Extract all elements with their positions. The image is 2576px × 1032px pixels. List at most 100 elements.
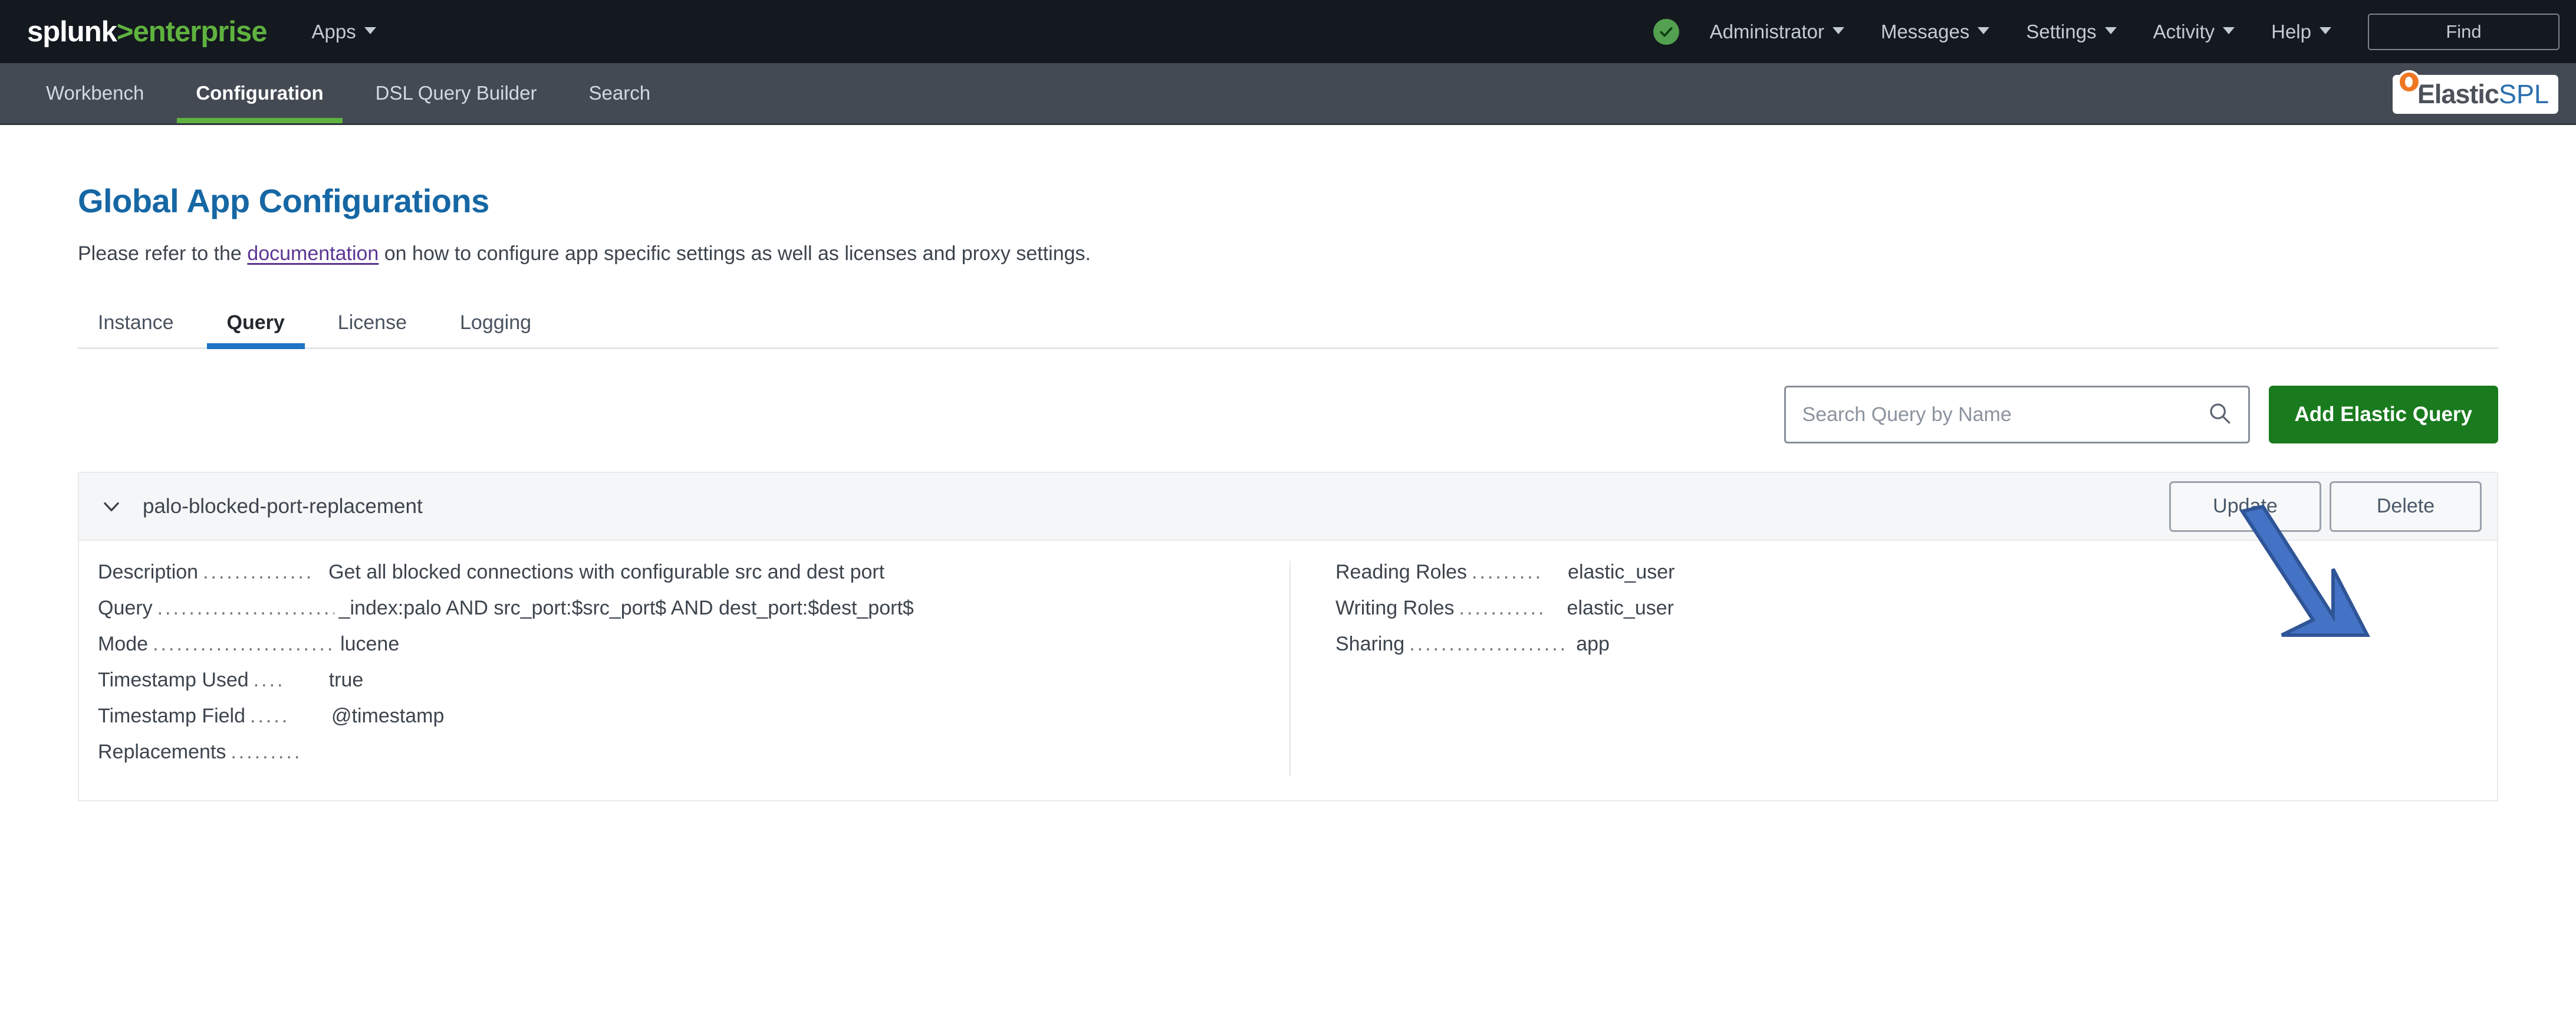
field-timestamp-field: Timestamp Field ..... @timestamp bbox=[98, 705, 1289, 741]
dot-leader: ......... bbox=[1472, 561, 1563, 584]
nav-item-dsl-query-builder[interactable]: DSL Query Builder bbox=[357, 63, 556, 123]
top-bar-right: Administrator Messages Settings Activity… bbox=[1653, 14, 2559, 50]
documentation-link[interactable]: documentation bbox=[247, 242, 379, 265]
field-label: Mode ........................ bbox=[98, 633, 340, 656]
query-name: palo-blocked-port-replacement bbox=[143, 495, 423, 518]
field-label: Replacements ......... bbox=[98, 741, 309, 764]
help-menu[interactable]: Help bbox=[2271, 21, 2331, 43]
elasticspl-logo-part1: Elastic bbox=[2417, 79, 2499, 110]
chevron-down-icon[interactable] bbox=[100, 495, 123, 518]
tab-logging[interactable]: Logging bbox=[440, 311, 551, 347]
field-label: Timestamp Used .... bbox=[98, 669, 329, 692]
chevron-down-icon bbox=[2105, 27, 2117, 34]
query-toolbar: Add Elastic Query bbox=[78, 386, 2498, 443]
field-value: lucene bbox=[340, 633, 399, 656]
splunk-logo-secondary: >enterprise bbox=[117, 15, 267, 48]
elastic-dot-icon bbox=[2397, 70, 2421, 94]
add-elastic-query-button[interactable]: Add Elastic Query bbox=[2269, 386, 2498, 443]
page-content: Global App Configurations Please refer t… bbox=[0, 125, 2576, 801]
field-value: app bbox=[1576, 633, 1610, 656]
search-query-box[interactable] bbox=[1784, 386, 2250, 443]
chevron-down-icon bbox=[1978, 27, 1989, 34]
tab-label: License bbox=[338, 311, 407, 334]
dot-leader: .... bbox=[254, 669, 324, 692]
field-label: Query ....................... bbox=[98, 597, 339, 620]
field-label: Timestamp Field ..... bbox=[98, 705, 331, 728]
search-input[interactable] bbox=[1802, 403, 2200, 426]
chevron-down-icon bbox=[364, 27, 376, 34]
config-tabs: Instance Query License Logging bbox=[78, 311, 2498, 349]
health-check-icon[interactable] bbox=[1653, 19, 1679, 45]
chevron-down-icon bbox=[2223, 27, 2235, 34]
page-subtitle-before: Please refer to the bbox=[78, 242, 247, 265]
dot-leader: ....................... bbox=[157, 597, 334, 620]
field-name: Writing Roles bbox=[1335, 597, 1455, 620]
splunk-logo-primary: splunk bbox=[27, 15, 117, 48]
field-value: true bbox=[329, 669, 364, 692]
activity-menu-label: Activity bbox=[2153, 21, 2215, 43]
tab-query[interactable]: Query bbox=[207, 311, 305, 347]
field-label: Sharing .................... bbox=[1335, 633, 1576, 656]
tab-instance[interactable]: Instance bbox=[78, 311, 194, 347]
splunk-logo[interactable]: splunk>enterprise bbox=[27, 15, 267, 48]
field-reading-roles: Reading Roles ......... elastic_user bbox=[1335, 561, 2497, 597]
dot-leader: ..... bbox=[250, 705, 327, 728]
field-name: Timestamp Field bbox=[98, 705, 245, 728]
field-name: Replacements bbox=[98, 741, 226, 764]
nav-item-label: Workbench bbox=[46, 82, 144, 104]
activity-menu[interactable]: Activity bbox=[2153, 21, 2235, 43]
nav-item-search[interactable]: Search bbox=[570, 63, 670, 123]
settings-menu[interactable]: Settings bbox=[2026, 21, 2116, 43]
apps-menu-label: Apps bbox=[311, 21, 356, 43]
field-value: _index:palo AND src_port:$src_port$ AND … bbox=[339, 597, 914, 620]
query-card: palo-blocked-port-replacement Update Del… bbox=[78, 472, 2498, 801]
tab-label: Query bbox=[227, 311, 285, 334]
field-sharing: Sharing .................... app bbox=[1335, 633, 2497, 669]
dot-leader: .................... bbox=[1409, 633, 1571, 656]
field-name: Mode bbox=[98, 633, 148, 656]
query-card-header[interactable]: palo-blocked-port-replacement Update Del… bbox=[79, 473, 2497, 541]
field-name: Timestamp Used bbox=[98, 669, 249, 692]
messages-menu-label: Messages bbox=[1881, 21, 1969, 43]
elasticspl-logo: ElasticSPL bbox=[2393, 75, 2558, 114]
find-button[interactable]: Find bbox=[2368, 14, 2559, 50]
help-menu-label: Help bbox=[2271, 21, 2311, 43]
field-timestamp-used: Timestamp Used .... true bbox=[98, 669, 1289, 705]
query-details-right-column: Reading Roles ......... elastic_user Wri… bbox=[1291, 561, 2497, 777]
field-label: Writing Roles ........... bbox=[1335, 597, 1567, 620]
administrator-menu[interactable]: Administrator bbox=[1710, 21, 1844, 43]
dot-leader: ........................ bbox=[153, 633, 335, 656]
field-replacements: Replacements ......... bbox=[98, 741, 1289, 777]
field-name: Sharing bbox=[1335, 633, 1404, 656]
nav-item-label: Search bbox=[589, 82, 651, 104]
field-mode: Mode ........................ lucene bbox=[98, 633, 1289, 669]
page-subtitle-after: on how to configure app specific setting… bbox=[379, 242, 1091, 265]
delete-button[interactable]: Delete bbox=[2330, 481, 2482, 532]
field-label: Description .............. bbox=[98, 561, 328, 584]
field-value: Get all blocked connections with configu… bbox=[328, 561, 884, 584]
chevron-down-icon bbox=[1833, 27, 1844, 34]
app-nav-bar: Workbench Configuration DSL Query Builde… bbox=[0, 63, 2576, 125]
field-name: Description bbox=[98, 561, 198, 584]
nav-item-configuration[interactable]: Configuration bbox=[177, 63, 342, 123]
nav-item-workbench[interactable]: Workbench bbox=[27, 63, 163, 123]
field-name: Query bbox=[98, 597, 153, 620]
query-card-body: Description .............. Get all block… bbox=[79, 541, 2497, 800]
tab-label: Logging bbox=[460, 311, 531, 334]
update-button[interactable]: Update bbox=[2169, 481, 2321, 532]
top-bar: splunk>enterprise Apps Administrator Mes… bbox=[0, 0, 2576, 63]
apps-menu[interactable]: Apps bbox=[311, 21, 376, 43]
chevron-down-icon bbox=[2320, 27, 2331, 34]
administrator-menu-label: Administrator bbox=[1710, 21, 1824, 43]
nav-item-label: DSL Query Builder bbox=[376, 82, 537, 104]
field-value: elastic_user bbox=[1567, 597, 1674, 620]
messages-menu[interactable]: Messages bbox=[1881, 21, 1989, 43]
page-title: Global App Configurations bbox=[78, 182, 2576, 220]
dot-leader: .............. bbox=[203, 561, 324, 584]
search-icon[interactable] bbox=[2208, 402, 2232, 428]
dot-leader: ......... bbox=[231, 741, 304, 764]
tab-license[interactable]: License bbox=[318, 311, 427, 347]
settings-menu-label: Settings bbox=[2026, 21, 2096, 43]
field-writing-roles: Writing Roles ........... elastic_user bbox=[1335, 597, 2497, 633]
field-label: Reading Roles ......... bbox=[1335, 561, 1568, 584]
